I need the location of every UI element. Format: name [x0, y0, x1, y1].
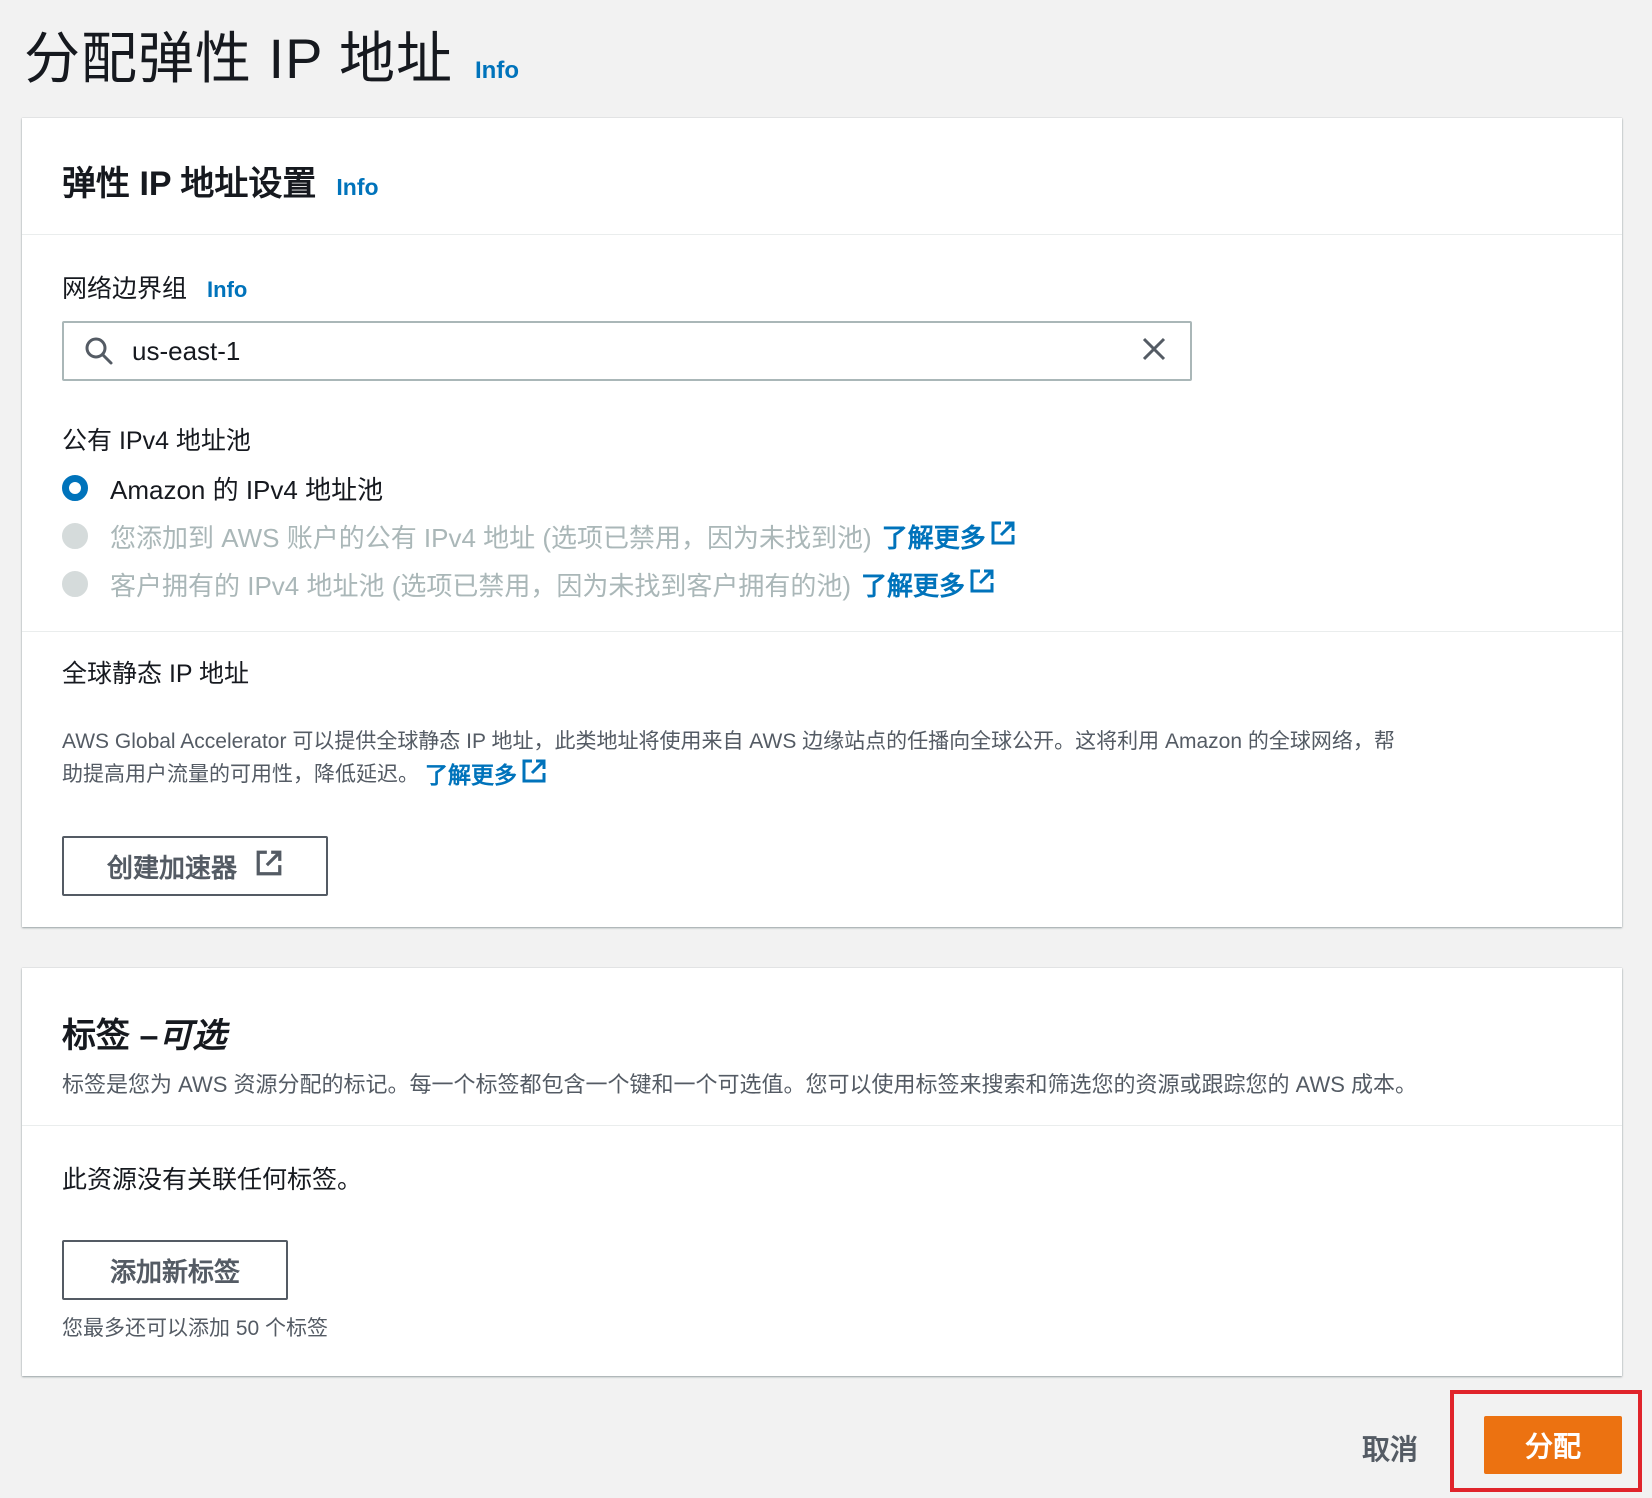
radio-coip-pool [62, 571, 88, 597]
radio-label: 客户拥有的 IPv4 地址池 (选项已禁用，因为未找到客户拥有的池) [110, 570, 852, 601]
page-header: 分配弹性 IP 地址 Info [24, 14, 519, 95]
settings-info-link[interactable]: Info [336, 174, 378, 201]
button-label: 添加新标签 [109, 1256, 240, 1287]
ipv4-pool-option-byoip: 您添加到 AWS 账户的公有 IPv4 地址 (选项已禁用，因为未找到池) 了解… [62, 519, 1582, 553]
tags-body: 此资源没有关联任何标签。 添加新标签 您最多还可以添加 50 个标签 [22, 1126, 1622, 1342]
description-line: AWS Global Accelerator 可以提供全球静态 IP 地址，此类… [62, 730, 1395, 753]
external-link-icon [990, 520, 1016, 553]
radio-label: 您添加到 AWS 账户的公有 IPv4 地址 (选项已禁用，因为未找到池) [110, 522, 872, 553]
clear-input-button[interactable] [1136, 333, 1172, 369]
external-link-icon [255, 849, 283, 884]
tags-panel-title: 标签 – 可选 [62, 1008, 1582, 1057]
network-border-group-input[interactable]: us-east-1 [62, 321, 1192, 381]
tags-description: 标签是您为 AWS 资源分配的标记。每一个标签都包含一个键和一个可选值。您可以使… [62, 1072, 1418, 1097]
button-label: 创建加速器 [106, 852, 237, 883]
elastic-ip-settings-panel: 弹性 IP 地址设置 Info 网络边界组 Info us-east-1 公有 … [22, 118, 1622, 927]
radio-amazon-pool[interactable] [62, 475, 88, 501]
settings-title-text: 弹性 IP 地址设置 [62, 165, 317, 203]
page-title: 分配弹性 IP 地址 [24, 27, 454, 90]
global-static-ip-description: AWS Global Accelerator 可以提供全球静态 IP 地址，此类… [62, 726, 1582, 792]
ipv4-pool-label: 公有 IPv4 地址池 [62, 427, 251, 455]
learn-more-link[interactable]: 了解更多 [861, 566, 995, 603]
radio-label: Amazon 的 IPv4 地址池 [110, 474, 384, 505]
search-icon [82, 334, 116, 368]
tags-title-text: 标签 – [62, 1017, 159, 1055]
settings-panel-header: 弹性 IP 地址设置 Info [22, 118, 1622, 235]
create-accelerator-button[interactable]: 创建加速器 [62, 836, 328, 896]
cancel-button[interactable]: 取消 [1362, 1428, 1418, 1468]
learn-more-text: 了解更多 [425, 762, 517, 788]
network-border-group-section: 网络边界组 Info us-east-1 [22, 235, 1622, 381]
learn-more-text: 了解更多 [861, 570, 966, 601]
external-link-icon [521, 758, 547, 792]
radio-byoip-pool [62, 523, 88, 549]
network-border-group-value: us-east-1 [132, 335, 241, 366]
network-border-group-label: 网络边界组 [62, 275, 188, 303]
description-line: 助提高用户流量的可用性，降低延迟。 [62, 763, 419, 786]
ipv4-pool-option-amazon[interactable]: Amazon 的 IPv4 地址池 [62, 471, 1582, 505]
no-tags-message: 此资源没有关联任何标签。 [62, 1166, 363, 1194]
tags-optional-text: 可选 [158, 1017, 227, 1055]
ipv4-pool-section: 公有 IPv4 地址池 Amazon 的 IPv4 地址池 您添加到 AWS 账… [22, 381, 1622, 601]
close-icon [1140, 335, 1168, 368]
add-new-tag-button[interactable]: 添加新标签 [62, 1240, 288, 1300]
tags-panel-header: 标签 – 可选 标签是您为 AWS 资源分配的标记。每一个标签都包含一个键和一个… [22, 968, 1622, 1126]
ipv4-pool-option-coip: 客户拥有的 IPv4 地址池 (选项已禁用，因为未找到客户拥有的池) 了解更多 [62, 567, 1582, 601]
tags-panel: 标签 – 可选 标签是您为 AWS 资源分配的标记。每一个标签都包含一个键和一个… [22, 968, 1622, 1376]
learn-more-text: 了解更多 [881, 522, 986, 553]
learn-more-link[interactable]: 了解更多 [425, 758, 547, 792]
external-link-icon [969, 568, 995, 601]
global-static-ip-label: 全球静态 IP 地址 [62, 660, 250, 688]
learn-more-link[interactable]: 了解更多 [882, 518, 1016, 555]
tags-remaining-hint: 您最多还可以添加 50 个标签 [62, 1317, 329, 1340]
page-info-link[interactable]: Info [475, 57, 519, 85]
allocate-button[interactable]: 分配 [1484, 1416, 1622, 1474]
global-static-ip-section: 全球静态 IP 地址 AWS Global Accelerator 可以提供全球… [22, 632, 1622, 896]
settings-panel-title: 弹性 IP 地址设置 Info [62, 156, 1582, 205]
network-border-group-info-link[interactable]: Info [207, 277, 247, 303]
